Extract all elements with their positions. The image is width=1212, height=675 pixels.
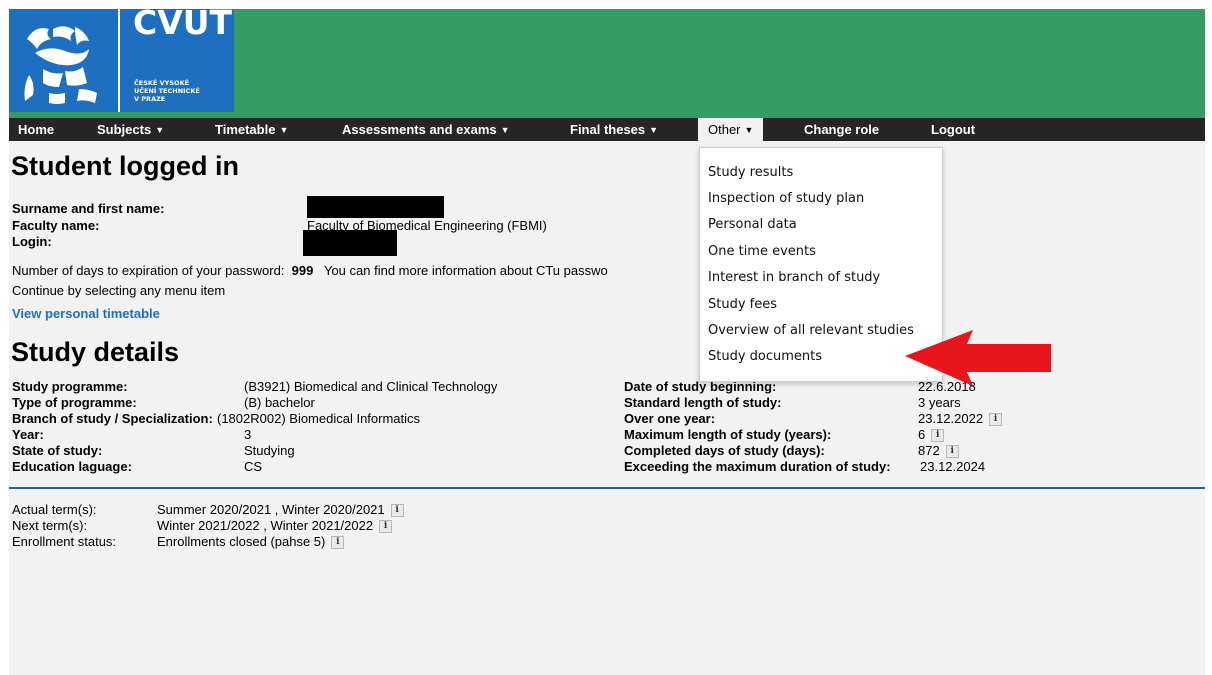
- caret-down-icon: ▼: [744, 125, 754, 135]
- red-arrow-icon: [905, 330, 1055, 391]
- info-icon[interactable]: i: [989, 413, 1003, 427]
- logo-wordmark: CVUT: [133, 9, 233, 42]
- header-banner: CVUT ČESKÉ VYSOKÉ UČENÍ TECHNICKÉ V PRAZ…: [9, 9, 1205, 118]
- caret-down-icon: ▼: [500, 125, 510, 135]
- caret-down-icon: ▼: [279, 125, 289, 135]
- nav-label: Change role: [804, 122, 880, 137]
- caret-down-icon: ▼: [155, 125, 165, 135]
- faculty-label: Faculty name:: [12, 218, 100, 233]
- logo-university-name: ČESKÉ VYSOKÉ UČENÍ TECHNICKÉ V PRAZE: [134, 79, 200, 103]
- enrollment-status-label: Enrollment status:: [12, 534, 117, 549]
- cvut-logo[interactable]: CVUT ČESKÉ VYSOKÉ UČENÍ TECHNICKÉ V PRAZ…: [9, 9, 234, 112]
- max-length-label: Maximum length of study (years):: [624, 427, 832, 442]
- state-value: Studying: [244, 443, 295, 458]
- actual-term-value: Summer 2020/2021 , Winter 2020/2021: [157, 502, 385, 517]
- actual-term-row: Summer 2020/2021 , Winter 2020/2021 i: [157, 502, 404, 518]
- password-expiry-label: Number of days to expiration of your pas…: [12, 263, 285, 278]
- year-value: 3: [244, 427, 252, 442]
- exceeding-value: 23.12.2024: [920, 459, 986, 474]
- next-term-label: Next term(s):: [12, 518, 88, 533]
- completed-days-row: 872 i: [918, 443, 959, 459]
- completed-days-value: 872: [918, 443, 940, 458]
- surname-label: Surname and first name:: [12, 201, 165, 216]
- menu-item-study-documents[interactable]: Study documents: [708, 349, 822, 364]
- language-label: Education laguage:: [12, 459, 132, 474]
- view-timetable-link[interactable]: View personal timetable: [12, 306, 160, 321]
- menu-item-personal-data[interactable]: Personal data: [708, 217, 797, 232]
- enrollment-status-value: Enrollments closed (pahse 5): [157, 534, 326, 549]
- info-icon[interactable]: i: [931, 429, 945, 443]
- menu-item-interest-branch[interactable]: Interest in branch of study: [708, 270, 880, 285]
- caret-down-icon: ▼: [649, 125, 659, 135]
- over-one-year-value: 23.12.2022: [918, 411, 984, 426]
- logo-line: V PRAZE: [134, 95, 166, 103]
- nav-logout[interactable]: Logout: [931, 118, 975, 141]
- menu-item-one-time-events[interactable]: One time events: [708, 244, 816, 259]
- nav-other[interactable]: Other ▼: [698, 118, 764, 142]
- logo-line: ČESKÉ VYSOKÉ: [134, 79, 190, 87]
- section-divider: [9, 487, 1205, 489]
- info-icon[interactable]: i: [379, 520, 393, 534]
- nav-change-role[interactable]: Change role: [804, 118, 879, 141]
- next-term-row: Winter 2021/2022 , Winter 2021/2022 i: [157, 518, 393, 534]
- nav-subjects[interactable]: Subjects ▼: [97, 118, 164, 141]
- nav-label: Subjects: [97, 122, 152, 137]
- continue-text: Continue by selecting any menu item: [12, 283, 226, 298]
- branch-value: (1802R002) Biomedical Informatics: [217, 411, 421, 426]
- state-label: State of study:: [12, 443, 103, 458]
- max-length-row: 6i: [918, 427, 945, 443]
- nav-label: Final theses: [570, 122, 646, 137]
- nav-final-theses[interactable]: Final theses ▼: [570, 118, 658, 141]
- password-days-value: 999: [291, 263, 314, 278]
- login-label: Login:: [12, 234, 52, 249]
- nav-label: Timetable: [215, 122, 276, 137]
- standard-length-label: Standard length of study:: [624, 395, 782, 410]
- over-one-year-label: Over one year:: [624, 411, 716, 426]
- page-title: Student logged in: [11, 151, 239, 181]
- password-expiry: Number of days to expiration of your pas…: [12, 263, 608, 278]
- info-icon[interactable]: i: [390, 504, 404, 518]
- nav-label: Logout: [931, 122, 976, 137]
- menu-item-inspection-study-plan[interactable]: Inspection of study plan: [708, 191, 864, 206]
- study-programme-label: Study programme:: [12, 379, 128, 394]
- nav-label: Other: [708, 122, 741, 137]
- nav-label: Home: [18, 122, 55, 137]
- enrollment-status-row: Enrollments closed (pahse 5) i: [157, 534, 345, 550]
- study-programme-value: (B3921) Biomedical and Clinical Technolo…: [244, 379, 498, 394]
- menu-item-study-fees[interactable]: Study fees: [708, 297, 777, 312]
- next-term-value: Winter 2021/2022 , Winter 2021/2022: [157, 518, 374, 533]
- programme-type-value: (B) bachelor: [244, 395, 315, 410]
- nav-label: Assessments and exams: [342, 122, 497, 137]
- programme-type-label: Type of programme:: [12, 395, 137, 410]
- lion-emblem-icon: [13, 9, 120, 112]
- year-label: Year:: [12, 427, 44, 442]
- page: CVUT ČESKÉ VYSOKÉ UČENÍ TECHNICKÉ V PRAZ…: [9, 9, 1205, 675]
- menu-item-study-results[interactable]: Study results: [708, 165, 793, 180]
- nav-timetable[interactable]: Timetable ▼: [215, 118, 288, 141]
- main-navbar: Home Subjects ▼ Timetable ▼ Assessments an…: [9, 118, 1205, 142]
- info-icon[interactable]: i: [331, 536, 345, 550]
- actual-term-label: Actual term(s):: [12, 502, 97, 517]
- over-one-year-row: 23.12.2022 i: [918, 411, 1003, 427]
- redacted-name: [307, 196, 444, 218]
- nav-home[interactable]: Home: [18, 118, 54, 141]
- branch-label: Branch of study / Specialization:: [12, 411, 213, 426]
- max-length-value: 6: [918, 427, 926, 442]
- exceeding-label: Exceeding the maximum duration of study:: [624, 459, 891, 474]
- menu-item-overview-studies[interactable]: Overview of all relevant studies: [708, 323, 914, 338]
- password-info-text: You can find more information about CTu …: [323, 263, 608, 278]
- info-icon[interactable]: i: [945, 445, 959, 459]
- nav-assessments[interactable]: Assessments and exams ▼: [342, 118, 510, 141]
- study-details-title: Study details: [11, 337, 180, 367]
- language-value: CS: [244, 459, 263, 474]
- completed-days-label: Completed days of study (days):: [624, 443, 825, 458]
- redacted-login: [303, 230, 397, 256]
- standard-length-value: 3 years: [918, 395, 961, 410]
- logo-line: UČENÍ TECHNICKÉ: [134, 87, 200, 95]
